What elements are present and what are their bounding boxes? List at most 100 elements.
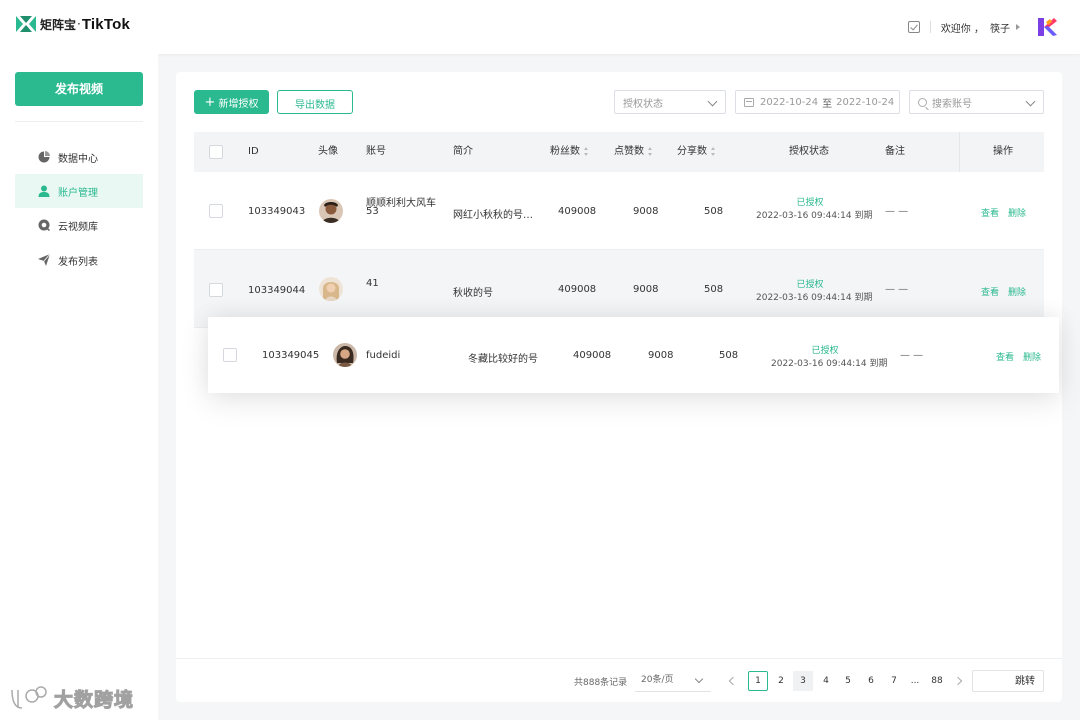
sidebar-item-cloud-video[interactable]: 云视频库 (15, 208, 143, 242)
row-id: 103349043 (248, 206, 306, 217)
row-intro: 网红小秋秋的号… (453, 210, 533, 221)
brand-separator: · (77, 17, 81, 31)
auth-status-placeholder: 授权状态 (623, 98, 663, 110)
header-divider (929, 21, 931, 33)
column-header-id: ID (248, 146, 259, 157)
row-checkbox[interactable] (209, 204, 223, 218)
page-number[interactable]: 88 (927, 671, 947, 691)
column-header-account: 账号 (366, 146, 386, 157)
calendar-icon (744, 97, 754, 107)
row-checkbox[interactable] (223, 348, 237, 362)
pagination-divider (176, 658, 1062, 659)
row-account-line1: fudeidi (366, 350, 401, 361)
row-auth-status: 已授权 2022-03-16 09:44:14 到期 (756, 277, 873, 303)
delete-link[interactable]: 删除 (1008, 285, 1026, 298)
page-number[interactable]: 4 (816, 671, 836, 691)
view-link[interactable]: 查看 (981, 285, 999, 298)
next-page-icon[interactable] (953, 676, 963, 686)
auth-expiry: 2022-03-16 09:44:14 到期 (756, 293, 873, 303)
chevron-down-icon (707, 96, 718, 107)
row-id: 103349045 (262, 350, 320, 361)
sidebar: 发布视频 数据中心 账户管理 云视频库 发布列表 (0, 54, 158, 720)
search-icon (918, 97, 927, 107)
row-remark: — — (885, 206, 909, 217)
select-all-checkbox[interactable] (209, 145, 223, 159)
page-number[interactable]: 2 (771, 671, 791, 691)
watermark-text: 大数跨境 (53, 688, 135, 711)
column-header-actions: 操作 (993, 146, 1013, 157)
row-fans: 409008 (558, 206, 597, 217)
prev-page-icon[interactable] (728, 676, 738, 686)
row-likes: 9008 (633, 206, 659, 217)
page-number[interactable]: 5 (838, 671, 858, 691)
user-name[interactable]: 筷子 (990, 20, 1010, 35)
sidebar-divider (15, 121, 143, 122)
avatar (319, 277, 343, 301)
sidebar-item-label: 发布列表 (58, 256, 98, 268)
page-size-select[interactable]: 20条/页 (635, 670, 711, 692)
column-header-avatar: 头像 (318, 146, 338, 157)
delete-link[interactable]: 删除 (1023, 350, 1041, 363)
sidebar-item-label: 云视频库 (58, 221, 98, 233)
view-link[interactable]: 查看 (996, 350, 1014, 363)
sort-icon[interactable] (711, 146, 716, 156)
date-range-picker[interactable]: 2022-10-24 至 2022-10-24 (735, 90, 900, 114)
row-fans: 409008 (573, 350, 612, 361)
search-placeholder: 搜索账号 (932, 98, 972, 110)
sort-icon[interactable] (648, 146, 653, 156)
row-remark: — — (885, 284, 909, 295)
dragged-table-row[interactable]: 103349045 fudeidi 冬藏比较好的号 409008 9008 50… (208, 317, 1059, 393)
account-search-select[interactable]: 搜索账号 (909, 90, 1044, 114)
chevron-down-icon (1025, 96, 1036, 107)
watermark-logo-icon (11, 686, 47, 709)
welcome-text: 欢迎你 ， (940, 23, 984, 35)
page-ellipsis[interactable]: ... (905, 671, 925, 691)
row-intro: 冬藏比较好的号 (468, 354, 538, 365)
task-check-icon[interactable] (907, 21, 920, 33)
page-number[interactable]: 7 (884, 671, 904, 691)
total-records: 共888条记录 (574, 678, 628, 688)
row-shares: 508 (704, 206, 724, 217)
sort-icon[interactable] (584, 146, 589, 156)
send-icon (38, 254, 50, 266)
user-icon (38, 185, 50, 197)
sidebar-item-account-management[interactable]: 账户管理 (15, 174, 143, 208)
column-divider (959, 132, 960, 172)
export-data-button[interactable]: 导出数据 (277, 90, 353, 114)
delete-link[interactable]: 删除 (1008, 206, 1026, 219)
column-header-likes[interactable]: 点赞数 (614, 132, 653, 172)
pie-chart-icon (38, 151, 50, 163)
row-checkbox[interactable] (209, 283, 223, 297)
sidebar-item-data-center[interactable]: 数据中心 (15, 140, 143, 174)
date-range-separator: 至 (822, 98, 833, 110)
table-header: ID 头像 账号 简介 粉丝数 点赞数 分享数 授权状态 备注 操作 (194, 132, 1044, 172)
auth-status-select[interactable]: 授权状态 (614, 90, 726, 114)
column-header-fans[interactable]: 粉丝数 (550, 132, 589, 172)
row-likes: 9008 (633, 284, 659, 295)
column-header-shares[interactable]: 分享数 (677, 132, 716, 172)
plus-icon: + (204, 94, 216, 110)
page-number[interactable]: 6 (861, 671, 881, 691)
app-logo[interactable]: 矩阵宝 · TikTok (16, 15, 130, 33)
column-header-likes-label: 点赞数 (614, 146, 644, 157)
avatar (333, 343, 357, 367)
jump-to-page-input[interactable]: 跳转 (972, 670, 1044, 692)
column-header-intro: 简介 (453, 146, 473, 157)
top-header: 矩阵宝 · TikTok 欢迎你 ， 筷子 (0, 0, 1080, 54)
publish-video-button[interactable]: 发布视频 (15, 72, 143, 106)
caret-right-icon[interactable] (1016, 24, 1020, 30)
row-account-line1: 41 (366, 278, 379, 289)
add-authorization-button[interactable]: + 新增授权 (194, 90, 269, 114)
auth-status-badge: 已授权 (796, 198, 824, 208)
table-row[interactable]: 103349043 顺顺利利大风车 53 网红小秋秋的号… 409008 900… (194, 172, 1044, 250)
user-avatar-logo-icon[interactable] (1036, 16, 1058, 38)
sidebar-item-publish-list[interactable]: 发布列表 (15, 243, 143, 277)
sidebar-item-label: 数据中心 (58, 153, 98, 165)
column-header-remark: 备注 (885, 146, 905, 157)
date-end: 2022-10-24 (836, 96, 895, 108)
row-likes: 9008 (648, 350, 674, 361)
row-id: 103349044 (248, 285, 306, 296)
page-number[interactable]: 3 (793, 671, 813, 691)
page-number-current[interactable]: 1 (748, 671, 768, 691)
view-link[interactable]: 查看 (981, 206, 999, 219)
